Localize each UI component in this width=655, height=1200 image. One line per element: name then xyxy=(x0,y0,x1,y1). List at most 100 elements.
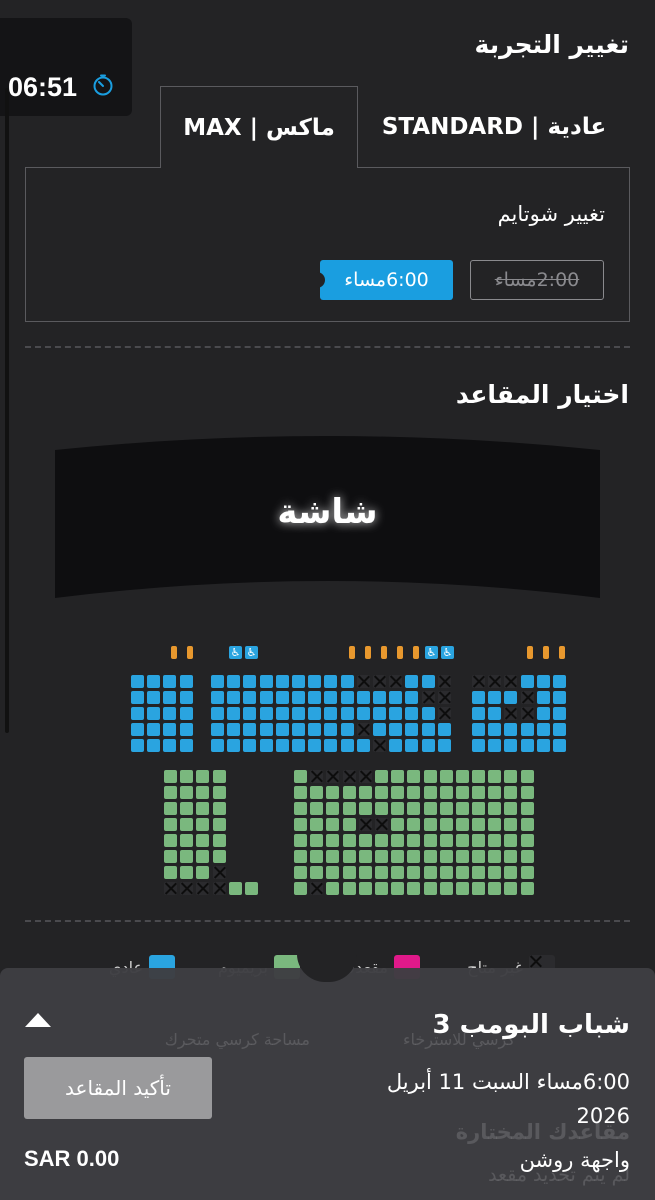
seat[interactable] xyxy=(243,723,257,736)
chevron-up-icon[interactable] xyxy=(25,1013,51,1027)
seat[interactable] xyxy=(472,786,485,799)
wheelchair-seat[interactable]: ♿ xyxy=(245,646,258,659)
wheelchair-seat[interactable]: ♿ xyxy=(425,646,438,659)
seat[interactable] xyxy=(504,739,518,752)
seat[interactable] xyxy=(275,739,289,752)
seat[interactable] xyxy=(472,739,485,752)
seat[interactable] xyxy=(326,786,340,799)
seat[interactable] xyxy=(292,739,305,752)
seat[interactable] xyxy=(342,802,356,815)
seat[interactable] xyxy=(423,866,437,879)
seat[interactable] xyxy=(423,770,437,783)
seat[interactable] xyxy=(275,675,289,688)
seat[interactable] xyxy=(275,691,289,704)
seat[interactable] xyxy=(456,818,469,831)
seat[interactable] xyxy=(131,739,144,752)
seat[interactable] xyxy=(375,850,388,863)
seat[interactable] xyxy=(405,723,419,736)
seat[interactable] xyxy=(179,723,193,736)
seat[interactable] xyxy=(227,739,241,752)
seat[interactable] xyxy=(131,707,144,720)
seat[interactable] xyxy=(488,770,502,783)
seat[interactable] xyxy=(259,723,273,736)
seat[interactable] xyxy=(164,866,177,879)
seat[interactable] xyxy=(520,882,534,895)
seat[interactable] xyxy=(391,882,405,895)
seat[interactable] xyxy=(391,866,405,879)
seat[interactable] xyxy=(520,818,534,831)
seat[interactable] xyxy=(243,707,257,720)
seat[interactable] xyxy=(163,691,177,704)
seat[interactable] xyxy=(211,707,224,720)
seat[interactable] xyxy=(488,739,502,752)
seat[interactable] xyxy=(375,786,388,799)
seat[interactable] xyxy=(488,802,502,815)
seat[interactable] xyxy=(180,850,194,863)
seat[interactable] xyxy=(472,707,485,720)
seat[interactable] xyxy=(294,882,307,895)
wheelchair-seat[interactable]: ♿ xyxy=(441,646,454,659)
seat[interactable] xyxy=(407,866,421,879)
seat[interactable] xyxy=(472,882,485,895)
seat[interactable] xyxy=(472,834,485,847)
seat[interactable] xyxy=(488,850,502,863)
seat[interactable] xyxy=(340,707,354,720)
seat[interactable] xyxy=(308,675,322,688)
seat[interactable] xyxy=(527,646,533,659)
seat[interactable] xyxy=(171,646,177,659)
seat[interactable] xyxy=(439,818,453,831)
seat[interactable] xyxy=(456,882,469,895)
seat[interactable] xyxy=(407,770,421,783)
seat[interactable] xyxy=(520,866,534,879)
seat[interactable] xyxy=(259,691,273,704)
seat[interactable] xyxy=(340,691,354,704)
seat[interactable] xyxy=(163,707,177,720)
seat[interactable] xyxy=(504,834,518,847)
seat[interactable] xyxy=(423,850,437,863)
seat[interactable] xyxy=(243,691,257,704)
seat[interactable] xyxy=(504,850,518,863)
seat[interactable] xyxy=(179,675,193,688)
seat[interactable] xyxy=(342,834,356,847)
seat[interactable] xyxy=(292,675,305,688)
seat[interactable] xyxy=(504,691,518,704)
seat[interactable] xyxy=(358,866,372,879)
seat[interactable] xyxy=(421,739,435,752)
seat[interactable] xyxy=(179,707,193,720)
seat[interactable] xyxy=(536,707,550,720)
seat[interactable] xyxy=(358,882,372,895)
seat[interactable] xyxy=(324,723,338,736)
tab-standard[interactable]: عادية | STANDARD xyxy=(358,86,630,168)
seat[interactable] xyxy=(391,786,405,799)
seat[interactable] xyxy=(310,850,324,863)
seat[interactable] xyxy=(308,739,322,752)
seat[interactable] xyxy=(520,770,534,783)
seat[interactable] xyxy=(407,882,421,895)
seat[interactable] xyxy=(373,691,386,704)
seat[interactable] xyxy=(421,723,435,736)
tab-max[interactable]: ماكس | MAX xyxy=(160,86,358,168)
seat[interactable] xyxy=(358,834,372,847)
seat[interactable] xyxy=(196,850,210,863)
seat[interactable] xyxy=(196,802,210,815)
seat[interactable] xyxy=(147,723,161,736)
seat[interactable] xyxy=(294,834,307,847)
seat[interactable] xyxy=(227,723,241,736)
seat[interactable] xyxy=(375,882,388,895)
seat[interactable] xyxy=(504,818,518,831)
seat[interactable] xyxy=(488,866,502,879)
seat[interactable] xyxy=(439,866,453,879)
seat[interactable] xyxy=(342,866,356,879)
seat[interactable] xyxy=(308,707,322,720)
seat[interactable] xyxy=(488,691,502,704)
seat[interactable] xyxy=(180,786,194,799)
seat[interactable] xyxy=(536,723,550,736)
seat[interactable] xyxy=(131,691,144,704)
seat[interactable] xyxy=(292,691,305,704)
seat[interactable] xyxy=(227,707,241,720)
seat[interactable] xyxy=(212,786,226,799)
seat[interactable] xyxy=(439,802,453,815)
seat[interactable] xyxy=(243,675,257,688)
seat[interactable] xyxy=(164,770,177,783)
seat[interactable] xyxy=(131,675,144,688)
